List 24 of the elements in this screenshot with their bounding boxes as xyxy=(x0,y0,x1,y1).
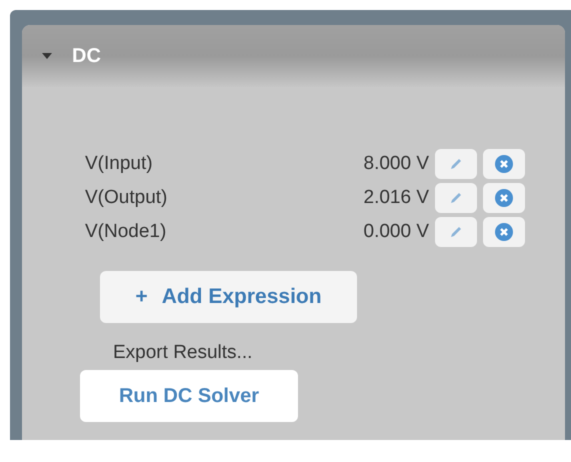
measurement-name: V(Input) xyxy=(85,152,154,176)
measurement-value: 8.000 V xyxy=(362,152,429,176)
pencil-icon xyxy=(449,225,463,239)
edit-button[interactable] xyxy=(435,217,477,247)
delete-button[interactable] xyxy=(483,183,525,213)
measurement-name: V(Node1) xyxy=(85,220,168,244)
panel-header[interactable]: DC xyxy=(22,25,565,87)
pencil-icon xyxy=(449,157,463,171)
add-expression-button[interactable]: + Add Expression xyxy=(100,271,357,323)
close-icon xyxy=(495,223,513,241)
edit-button[interactable] xyxy=(435,149,477,179)
measurement-value: 0.000 V xyxy=(362,220,429,244)
delete-button[interactable] xyxy=(483,149,525,179)
close-icon xyxy=(495,155,513,173)
panel-title: DC xyxy=(72,44,101,69)
measurement-name: V(Output) xyxy=(85,186,168,210)
export-results-link[interactable]: Export Results... xyxy=(113,339,565,368)
measurement-value: 2.016 V xyxy=(362,186,429,210)
caret-down-icon xyxy=(42,52,52,60)
close-icon xyxy=(495,189,513,207)
edit-button[interactable] xyxy=(435,183,477,213)
delete-button[interactable] xyxy=(483,217,525,247)
run-dc-solver-button[interactable]: Run DC Solver xyxy=(80,370,298,422)
pencil-icon xyxy=(449,191,463,205)
